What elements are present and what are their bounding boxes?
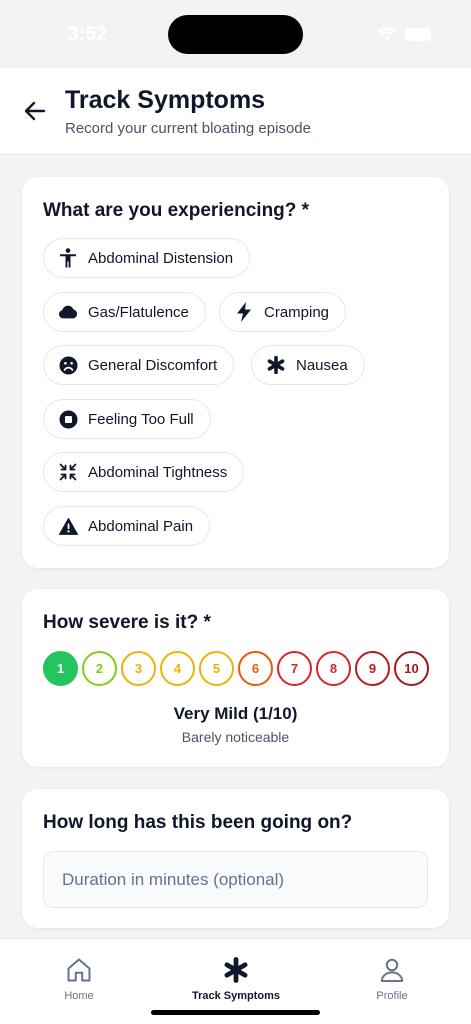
home-indicator (151, 1010, 320, 1015)
tab-label: Home (64, 990, 94, 1002)
user-icon (377, 955, 407, 985)
tab-home[interactable]: Home (54, 955, 104, 1002)
back-button[interactable] (20, 96, 50, 126)
cloud-icon (58, 302, 78, 322)
severity-selected-label: Very Mild (1/10) (173, 704, 298, 723)
symptom-label: Feeling Too Full (88, 410, 194, 428)
symptom-chip-general-discomfort[interactable]: General Discomfort (43, 345, 235, 385)
asterisk-icon (266, 355, 286, 375)
symptom-chip-gas-flatulence[interactable]: Gas/Flatulence (43, 292, 206, 332)
symptom-label: Abdominal Tightness (88, 463, 228, 481)
stop-circle-icon (58, 409, 78, 429)
symptom-label: Abdominal Pain (88, 517, 194, 535)
tab-label: Track Symptoms (191, 990, 281, 1002)
symptom-chip-nausea[interactable]: Nausea (251, 345, 365, 385)
symptom-chip-feeling-too-full[interactable]: Feeling Too Full (43, 399, 211, 439)
page-header: Track Symptoms Record your current bloat… (0, 68, 471, 155)
frown-face-icon (58, 355, 78, 375)
asterisk-icon (221, 955, 251, 985)
tab-track-symptoms[interactable]: Track Symptoms (185, 955, 287, 1002)
severity-option-1[interactable]: 1 (43, 651, 78, 686)
home-icon (64, 955, 94, 985)
arrow-left-icon (24, 101, 46, 121)
dynamic-island (168, 15, 303, 54)
severity-option-8[interactable]: 8 (316, 651, 351, 686)
wifi-icon (377, 27, 397, 41)
severity-option-4[interactable]: 4 (160, 651, 195, 686)
symptom-label: Abdominal Distension (88, 249, 234, 267)
duration-card: How long has this been going on? (22, 789, 449, 928)
duration-input[interactable] (43, 851, 428, 908)
severity-option-2[interactable]: 2 (82, 651, 117, 686)
warning-triangle-icon (58, 516, 78, 536)
symptoms-title: What are you experiencing? * (43, 200, 310, 221)
severity-option-10[interactable]: 10 (394, 651, 429, 686)
compress-arrows-icon (58, 462, 78, 482)
severity-card: How severe is it? * 1 2 3 4 5 6 7 8 9 10… (22, 589, 449, 767)
severity-option-7[interactable]: 7 (277, 651, 312, 686)
symptoms-card: What are you experiencing? * Abdominal D… (22, 177, 449, 568)
severity-option-9[interactable]: 9 (355, 651, 390, 686)
page-subtitle: Record your current bloating episode (65, 120, 311, 137)
symptom-label: General Discomfort (88, 356, 218, 374)
severity-option-5[interactable]: 5 (199, 651, 234, 686)
symptom-chip-abdominal-pain[interactable]: Abdominal Pain (43, 506, 211, 546)
lightning-bolt-icon (234, 302, 254, 322)
severity-title: How severe is it? * (43, 612, 211, 633)
person-standing-icon (58, 248, 78, 268)
symptom-label: Gas/Flatulence (88, 303, 189, 321)
status-time: 3:52 (68, 24, 108, 45)
tab-profile[interactable]: Profile (367, 955, 417, 1002)
symptom-chip-cramping[interactable]: Cramping (219, 292, 347, 332)
status-bar: 3:52 (0, 0, 471, 68)
severity-scale: 1 2 3 4 5 6 7 8 9 10 (43, 651, 429, 686)
symptom-label: Nausea (296, 356, 348, 374)
symptom-chip-abdominal-tightness[interactable]: Abdominal Tightness (43, 452, 245, 492)
page-title: Track Symptoms (65, 86, 266, 114)
tab-label: Profile (376, 990, 408, 1002)
severity-option-6[interactable]: 6 (238, 651, 273, 686)
status-indicators (377, 27, 431, 41)
symptom-label: Cramping (264, 303, 330, 321)
severity-selected-description: Barely noticeable (181, 729, 290, 745)
severity-option-3[interactable]: 3 (121, 651, 156, 686)
battery-icon (405, 27, 431, 41)
symptom-chip-abdominal-distension[interactable]: Abdominal Distension (43, 238, 251, 278)
duration-title: How long has this been going on? (43, 812, 353, 833)
